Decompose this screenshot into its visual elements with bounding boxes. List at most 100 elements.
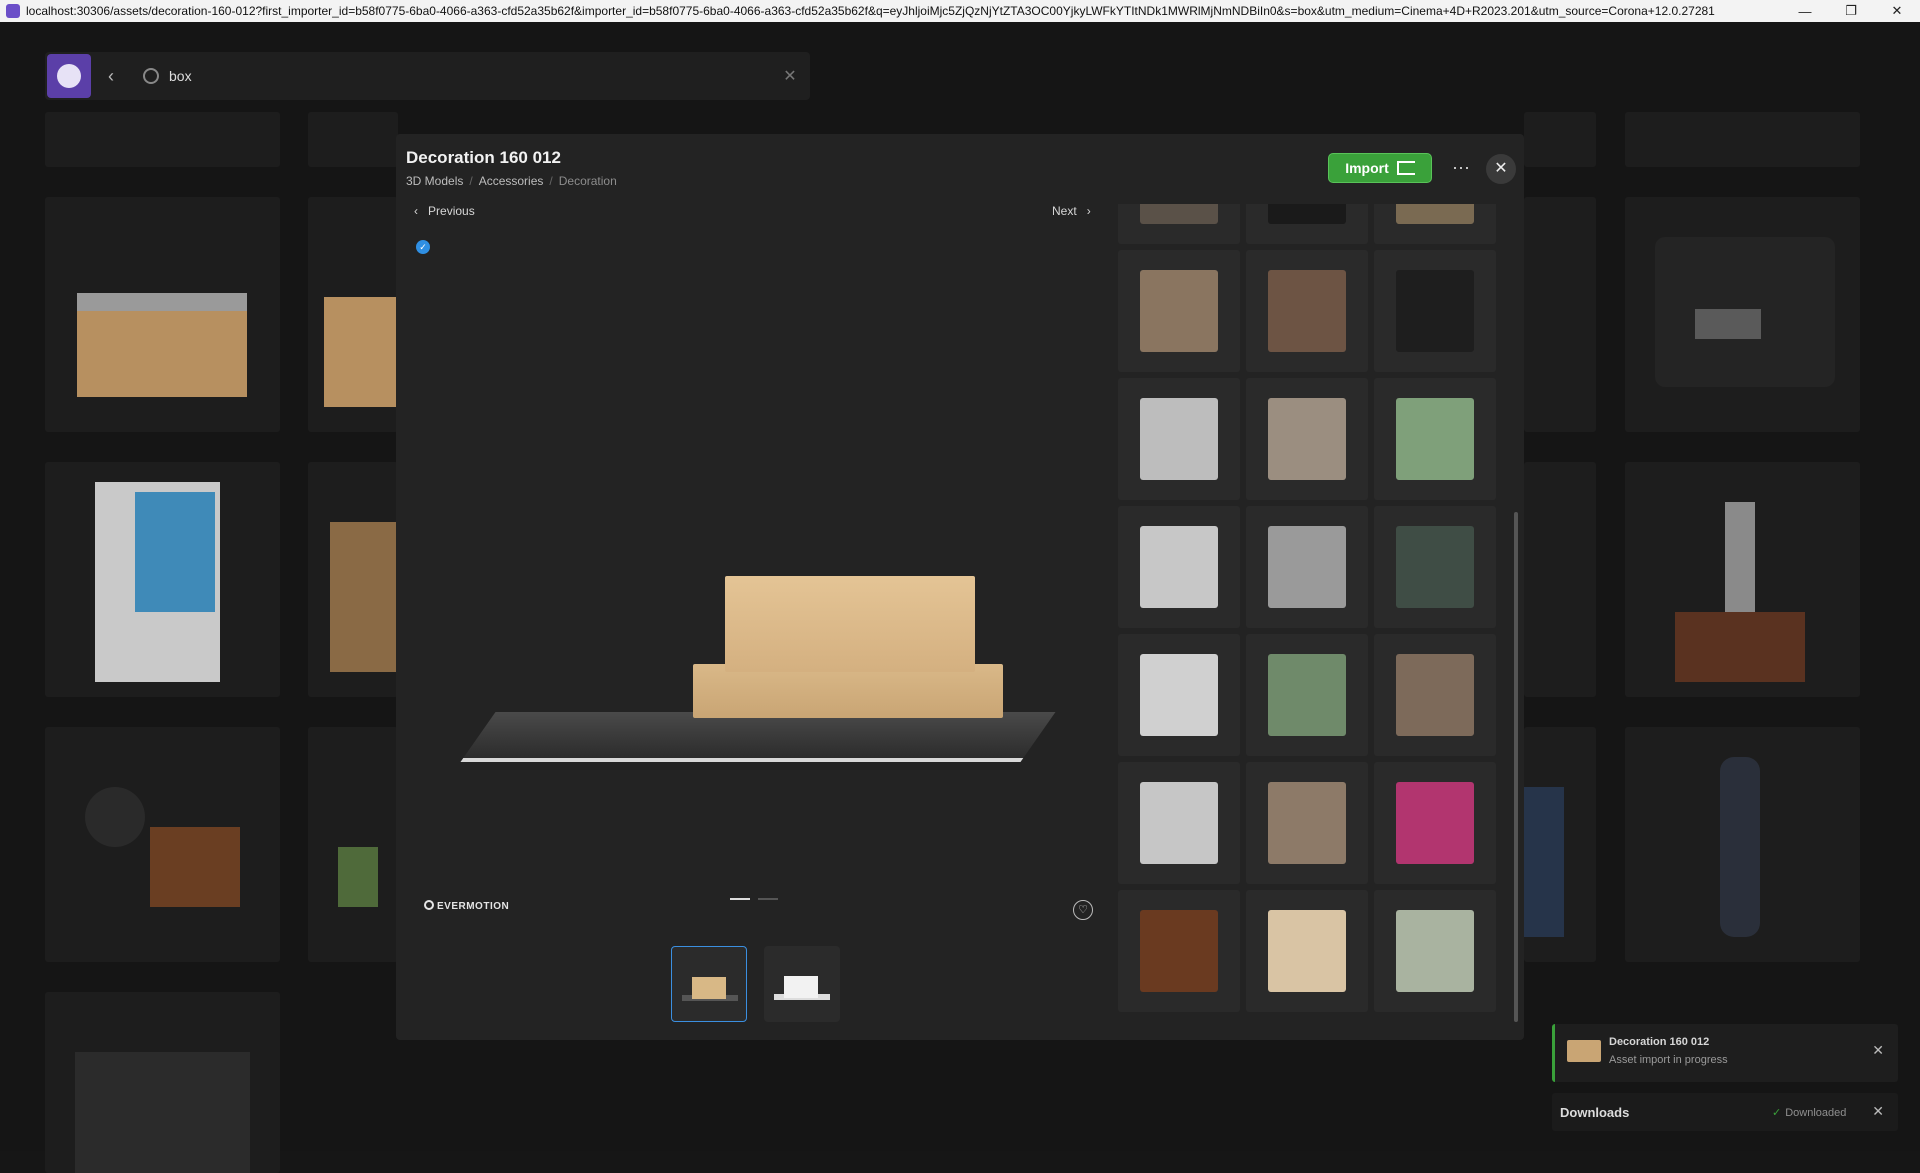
- asset-detail-modal: Decoration 160 012 3D Models / Accessori…: [396, 134, 1524, 1040]
- related-asset-tile[interactable]: [1246, 506, 1368, 628]
- related-asset-tile[interactable]: [1118, 250, 1240, 372]
- asset-tile[interactable]: [308, 727, 398, 962]
- minimize-button[interactable]: —: [1782, 0, 1828, 22]
- next-label: Next: [1052, 204, 1077, 218]
- import-button[interactable]: Import: [1328, 153, 1432, 183]
- asset-tile[interactable]: [1524, 462, 1596, 697]
- related-asset-preview: [1268, 398, 1346, 480]
- asset-tile[interactable]: [1625, 462, 1860, 697]
- related-asset-tile[interactable]: [1246, 378, 1368, 500]
- close-modal-button[interactable]: ✕: [1486, 154, 1516, 184]
- related-asset-tile[interactable]: [1118, 506, 1240, 628]
- preview-tray: [460, 712, 1056, 762]
- search-bar: ‹ box ✕: [45, 52, 810, 100]
- related-asset-preview: [1396, 782, 1474, 864]
- downloads-close-button[interactable]: ✕: [1872, 1103, 1884, 1120]
- favorite-heart-icon[interactable]: ♡: [1073, 900, 1093, 920]
- related-asset-tile[interactable]: [1118, 634, 1240, 756]
- related-asset-tile[interactable]: [1246, 890, 1368, 1012]
- asset-tile[interactable]: [45, 727, 280, 962]
- downloads-panel: Downloads ✓ Downloaded ✕: [1552, 1093, 1898, 1131]
- downloads-title: Downloads: [1560, 1105, 1630, 1120]
- gallery-thumbnail-2[interactable]: [764, 946, 840, 1022]
- breadcrumb-3d-models[interactable]: 3D Models: [406, 174, 463, 188]
- toast-subtitle: Asset import in progress: [1609, 1054, 1728, 1066]
- preview-box-base: [693, 664, 1003, 718]
- search-icon: [143, 68, 159, 84]
- breadcrumb: 3D Models / Accessories / Decoration: [406, 174, 617, 188]
- related-asset-preview: [1396, 910, 1474, 992]
- related-asset-tile[interactable]: [1374, 378, 1496, 500]
- asset-tile[interactable]: [1524, 197, 1596, 432]
- related-asset-preview: [1396, 270, 1474, 352]
- app-icon: [6, 4, 20, 18]
- more-options-button[interactable]: ···: [1446, 154, 1476, 184]
- toast-close-button[interactable]: ✕: [1872, 1042, 1884, 1059]
- related-asset-preview: [1140, 910, 1218, 992]
- related-asset-preview: [1140, 398, 1218, 480]
- related-asset-preview: [1396, 654, 1474, 736]
- restore-button[interactable]: ❐: [1828, 0, 1874, 22]
- related-asset-preview: [1268, 204, 1346, 224]
- related-asset-tile[interactable]: [1374, 204, 1496, 244]
- asset-tile[interactable]: [1524, 727, 1596, 962]
- asset-tile[interactable]: [1625, 112, 1860, 167]
- related-asset-preview: [1140, 270, 1218, 352]
- breadcrumb-separator: /: [469, 174, 473, 188]
- window-url: localhost:30306/assets/decoration-160-01…: [26, 4, 1715, 18]
- breadcrumb-decoration: Decoration: [558, 174, 617, 188]
- search-input[interactable]: box: [169, 68, 770, 84]
- asset-tile[interactable]: [45, 112, 280, 167]
- asset-tile[interactable]: [308, 462, 398, 697]
- back-arrow-icon[interactable]: ‹: [91, 66, 131, 87]
- related-asset-tile[interactable]: [1246, 634, 1368, 756]
- asset-preview[interactable]: [408, 232, 1056, 872]
- related-asset-tile[interactable]: [1246, 250, 1368, 372]
- chevron-right-icon: ›: [1086, 204, 1091, 218]
- gallery-pager: [730, 898, 778, 900]
- import-arrow-icon: [1396, 161, 1415, 175]
- breadcrumb-accessories[interactable]: Accessories: [479, 174, 544, 188]
- downloads-status: ✓ Downloaded: [1772, 1106, 1846, 1119]
- related-asset-preview: [1268, 654, 1346, 736]
- related-asset-preview: [1268, 270, 1346, 352]
- related-asset-tile[interactable]: [1118, 890, 1240, 1012]
- asset-tile[interactable]: [1625, 727, 1860, 962]
- preview-box-lid: [725, 576, 975, 672]
- related-asset-tile[interactable]: [1374, 890, 1496, 1012]
- related-asset-tile[interactable]: [1374, 250, 1496, 372]
- asset-tile[interactable]: [1625, 197, 1860, 432]
- related-asset-preview: [1396, 526, 1474, 608]
- related-asset-tile[interactable]: [1246, 762, 1368, 884]
- gallery-thumbnail-1[interactable]: [671, 946, 747, 1022]
- related-grid-scrollbar[interactable]: [1514, 234, 1518, 1026]
- related-asset-tile[interactable]: [1118, 204, 1240, 244]
- import-toast: Decoration 160 012 Asset import in progr…: [1552, 1024, 1898, 1082]
- app-logo-icon[interactable]: [47, 54, 91, 98]
- asset-tile[interactable]: [308, 112, 398, 167]
- related-asset-tile[interactable]: [1374, 762, 1496, 884]
- related-asset-preview: [1140, 526, 1218, 608]
- previous-button[interactable]: ‹ Previous: [414, 204, 475, 218]
- window-close-button[interactable]: ✕: [1874, 0, 1920, 22]
- related-asset-tile[interactable]: [1118, 762, 1240, 884]
- evermotion-logo-text: EVERMOTION: [437, 901, 510, 912]
- toast-thumbnail: [1567, 1040, 1601, 1062]
- next-button[interactable]: Next ›: [1052, 204, 1091, 218]
- asset-tile[interactable]: [308, 197, 398, 432]
- pager-dot[interactable]: [758, 898, 778, 900]
- previous-label: Previous: [428, 204, 475, 218]
- clear-search-icon[interactable]: ✕: [770, 66, 810, 86]
- related-asset-tile[interactable]: [1118, 378, 1240, 500]
- pager-dot-active[interactable]: [730, 898, 750, 900]
- asset-tile[interactable]: [45, 462, 280, 697]
- asset-tile[interactable]: [45, 197, 280, 432]
- scrollbar-thumb[interactable]: [1514, 512, 1518, 1022]
- asset-title: Decoration 160 012: [406, 148, 561, 167]
- related-asset-tile[interactable]: [1374, 506, 1496, 628]
- related-asset-tile[interactable]: [1374, 634, 1496, 756]
- asset-tile[interactable]: [1524, 112, 1596, 167]
- related-asset-tile[interactable]: [1246, 204, 1368, 244]
- related-asset-preview: [1268, 526, 1346, 608]
- asset-tile[interactable]: [45, 992, 280, 1173]
